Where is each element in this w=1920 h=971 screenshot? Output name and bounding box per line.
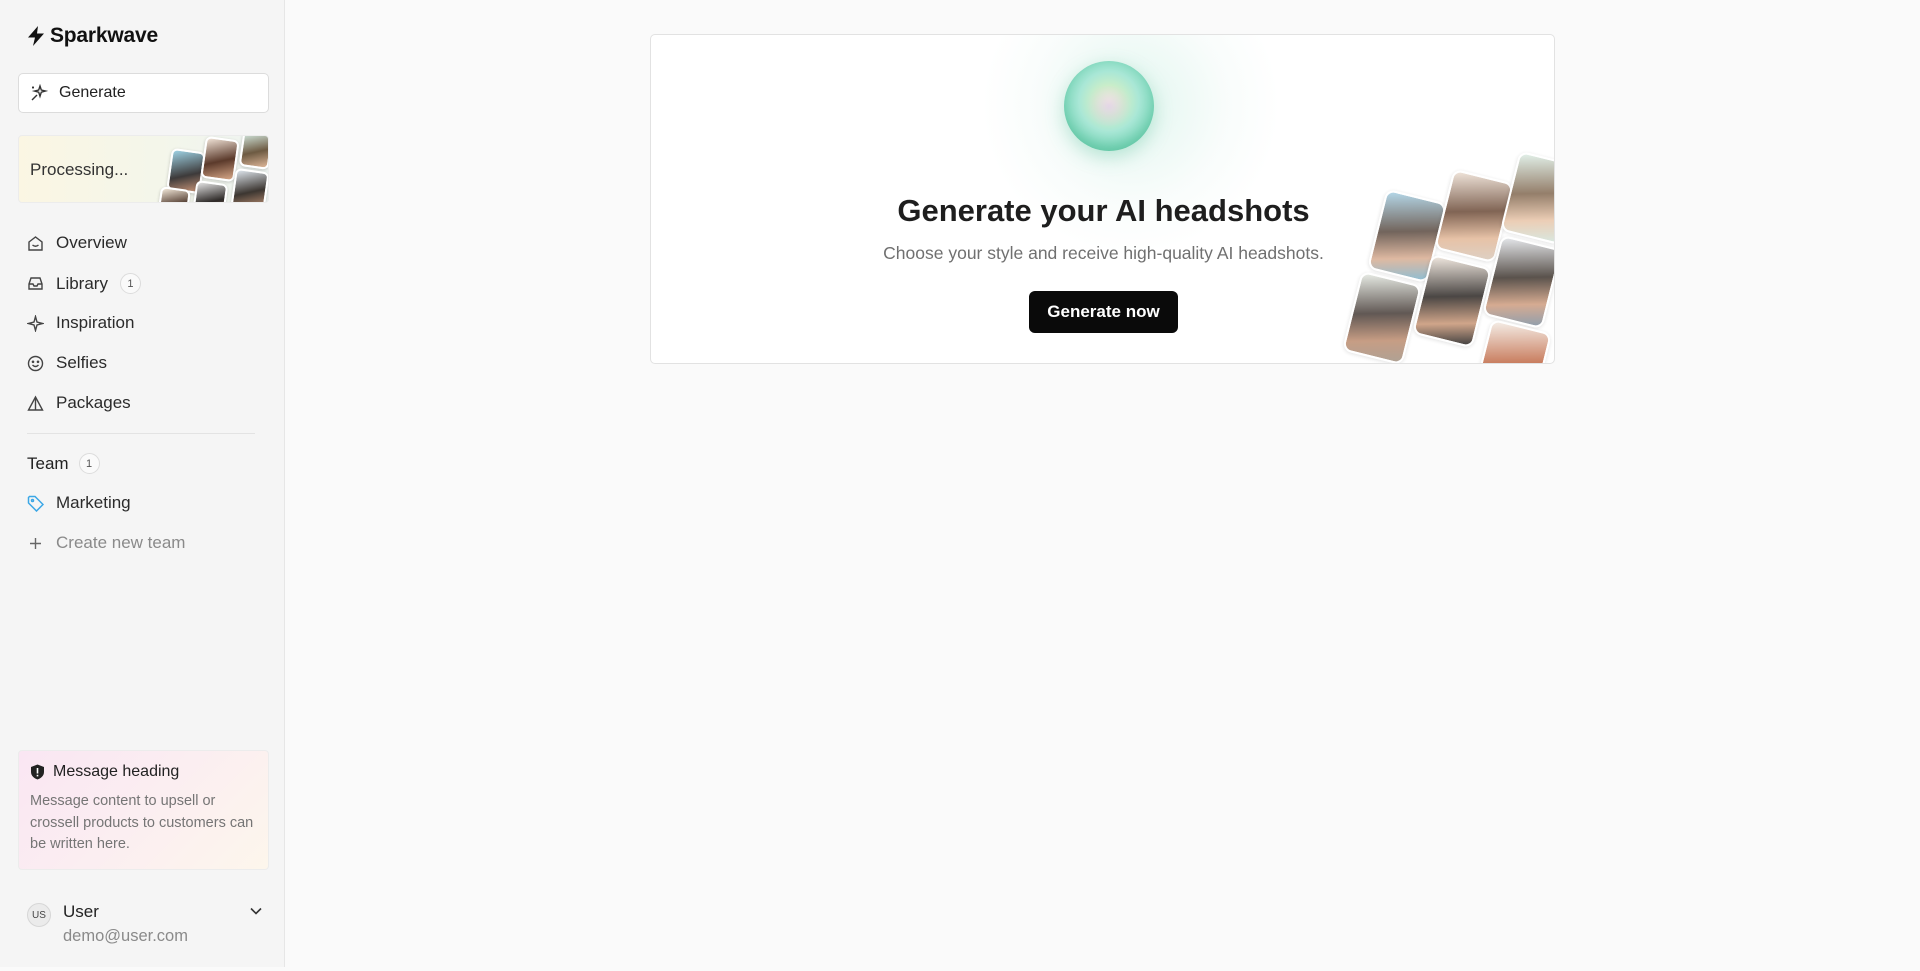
sidebar-item-label: Marketing (56, 493, 131, 512)
processing-banner[interactable]: Processing... (18, 135, 269, 203)
user-email: demo@user.com (63, 927, 188, 945)
team-count-badge: 1 (78, 453, 100, 474)
triangle-icon (27, 395, 44, 411)
headshot-thumbnail (1342, 270, 1422, 363)
sidebar-item-inspiration[interactable]: Inspiration (27, 313, 134, 333)
smile-icon (27, 355, 44, 371)
create-new-team-label: Create new team (56, 533, 186, 552)
sidebar-item-packages[interactable]: Packages (27, 393, 131, 413)
sparkle-icon (27, 314, 44, 332)
tag-icon (27, 495, 44, 512)
brand-logo[interactable]: Sparkwave (27, 24, 158, 48)
generate-label: Generate (59, 84, 126, 101)
team-heading: Team 1 (27, 453, 100, 474)
sidebar-item-label: Inspiration (56, 313, 135, 332)
message-body: Message content to upsell or crossell pr… (30, 793, 254, 852)
library-count-badge: 1 (119, 273, 141, 294)
message-heading: Message heading (30, 763, 257, 781)
generate-button[interactable]: Generate (18, 73, 269, 113)
sidebar-item-label: Packages (56, 393, 131, 412)
headshot-thumbnail (230, 167, 268, 202)
chevron-down-icon[interactable] (249, 906, 263, 916)
headshot-collage (1331, 150, 1554, 363)
avatar: US (27, 903, 51, 927)
magic-wand-icon (31, 84, 48, 101)
sidebar-item-label: Library (56, 273, 108, 293)
headshot-thumbnail (238, 136, 268, 170)
shield-alert-icon (31, 764, 44, 780)
sidebar-item-label: Overview (56, 233, 127, 252)
sidebar-item-selfies[interactable]: Selfies (27, 353, 107, 373)
sidebar: Sparkwave Generate Processing... Overvie… (0, 0, 285, 967)
brand-name: Sparkwave (50, 24, 158, 47)
upsell-message-box: Message heading Message content to upsel… (18, 750, 269, 870)
team-heading-label: Team (27, 453, 69, 473)
message-heading-text: Message heading (53, 763, 180, 780)
lightning-icon (28, 26, 44, 46)
plus-icon (30, 537, 41, 549)
processing-label: Processing... (30, 160, 129, 179)
sidebar-item-library[interactable]: Library 1 (27, 273, 141, 294)
generate-now-button[interactable]: Generate now (1029, 291, 1178, 333)
headshot-thumbnail (157, 186, 191, 202)
inbox-icon (28, 277, 43, 290)
headshot-thumbnail (1500, 150, 1554, 246)
sidebar-item-overview[interactable]: Overview (27, 233, 127, 253)
ai-orb-icon (1064, 61, 1154, 151)
sidebar-divider (27, 433, 255, 434)
sidebar-item-label: Selfies (56, 353, 108, 372)
home-icon (28, 235, 43, 251)
sidebar-item-marketing[interactable]: Marketing (27, 493, 131, 513)
headshot-thumbnail (191, 179, 229, 202)
create-new-team-button[interactable]: Create new team (27, 533, 185, 553)
generate-headshots-card: Generate your AI headshots Choose your s… (650, 34, 1555, 364)
user-name: User (63, 902, 99, 921)
